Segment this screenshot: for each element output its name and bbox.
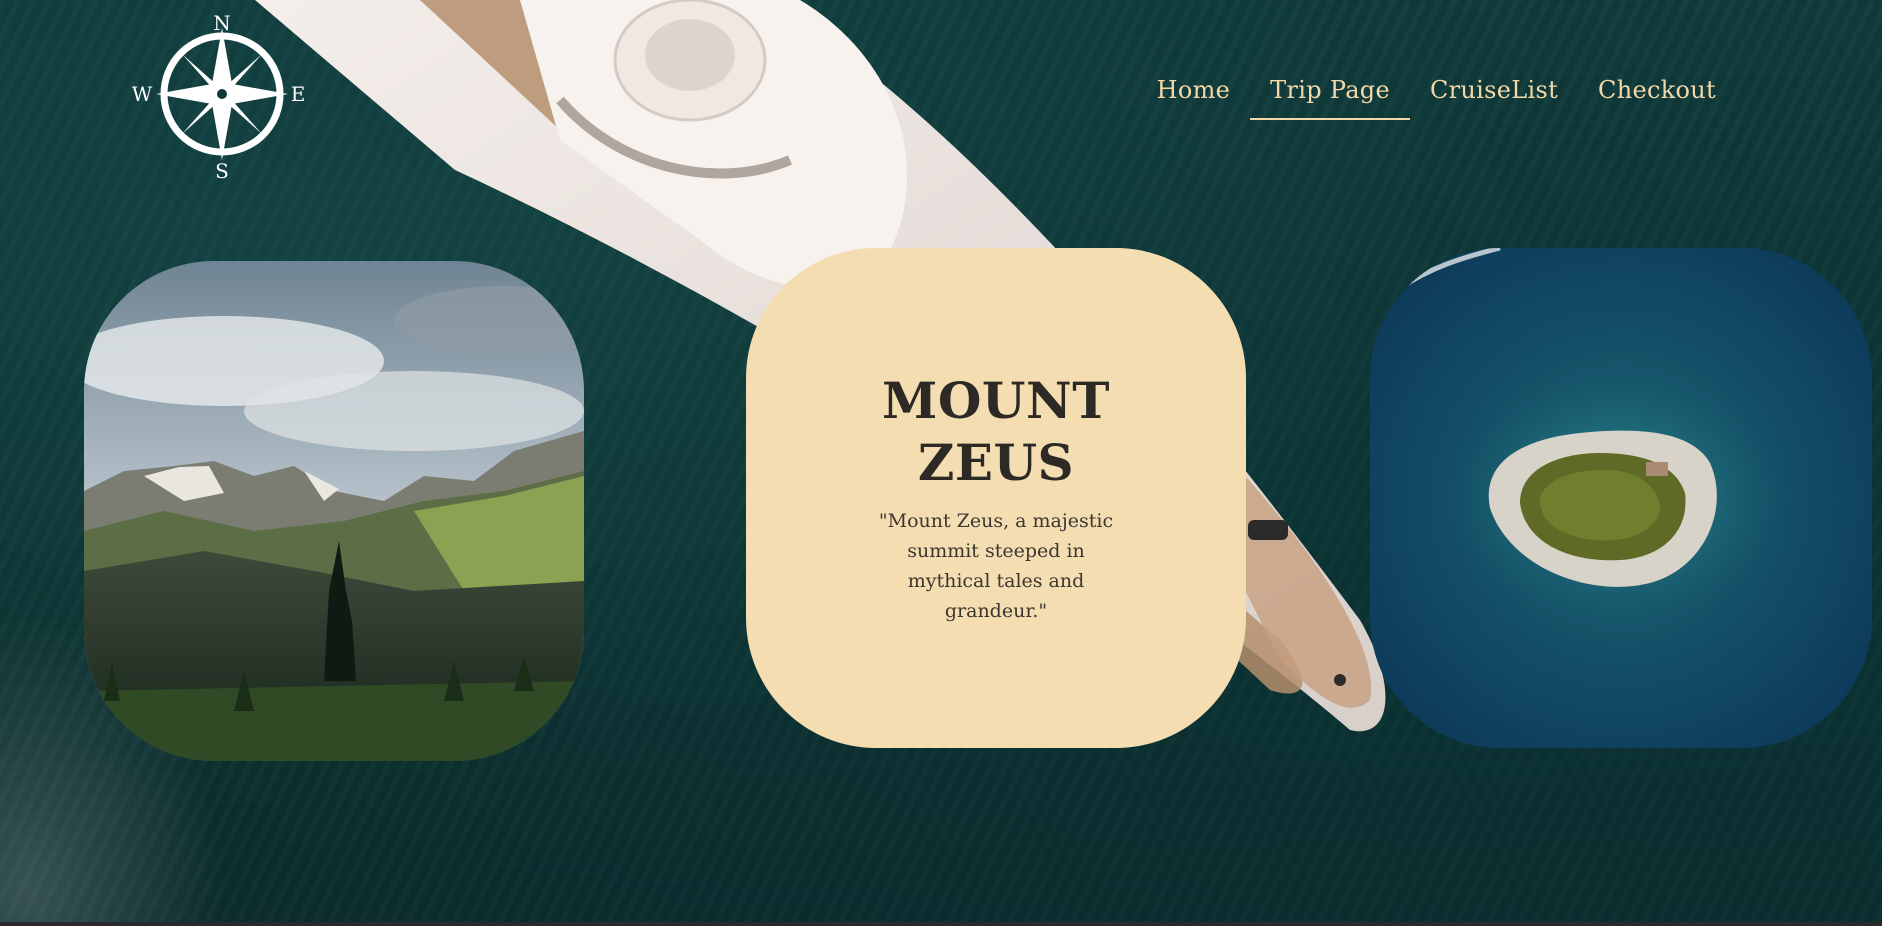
destination-title: MOUNT ZEUS: [882, 371, 1110, 492]
compass-e-label: E: [291, 82, 306, 106]
nav-cruiselist[interactable]: CruiseList: [1410, 72, 1578, 120]
compass-rose-icon: [156, 28, 288, 160]
compass-w-label: W: [132, 82, 153, 106]
mountain-image-card[interactable]: [84, 261, 584, 761]
compass-s-label: S: [215, 159, 229, 180]
island-image: [1370, 248, 1872, 748]
nav-home[interactable]: Home: [1137, 72, 1251, 120]
nav-checkout[interactable]: Checkout: [1578, 72, 1736, 120]
mountain-image: [84, 261, 584, 761]
destination-description: "Mount Zeus, a majestic summit steeped i…: [878, 510, 1114, 622]
island-image-card[interactable]: [1370, 248, 1872, 748]
nav-trip-page[interactable]: Trip Page: [1250, 72, 1410, 120]
compass-n-label: N: [213, 11, 231, 35]
destination-info-card: MOUNT ZEUS "Mount Zeus, a majestic summi…: [746, 248, 1246, 748]
bottom-divider: [0, 922, 1882, 926]
compass-logo[interactable]: N S E W: [132, 10, 308, 180]
main-nav: Home Trip Page CruiseList Checkout: [1137, 72, 1736, 120]
